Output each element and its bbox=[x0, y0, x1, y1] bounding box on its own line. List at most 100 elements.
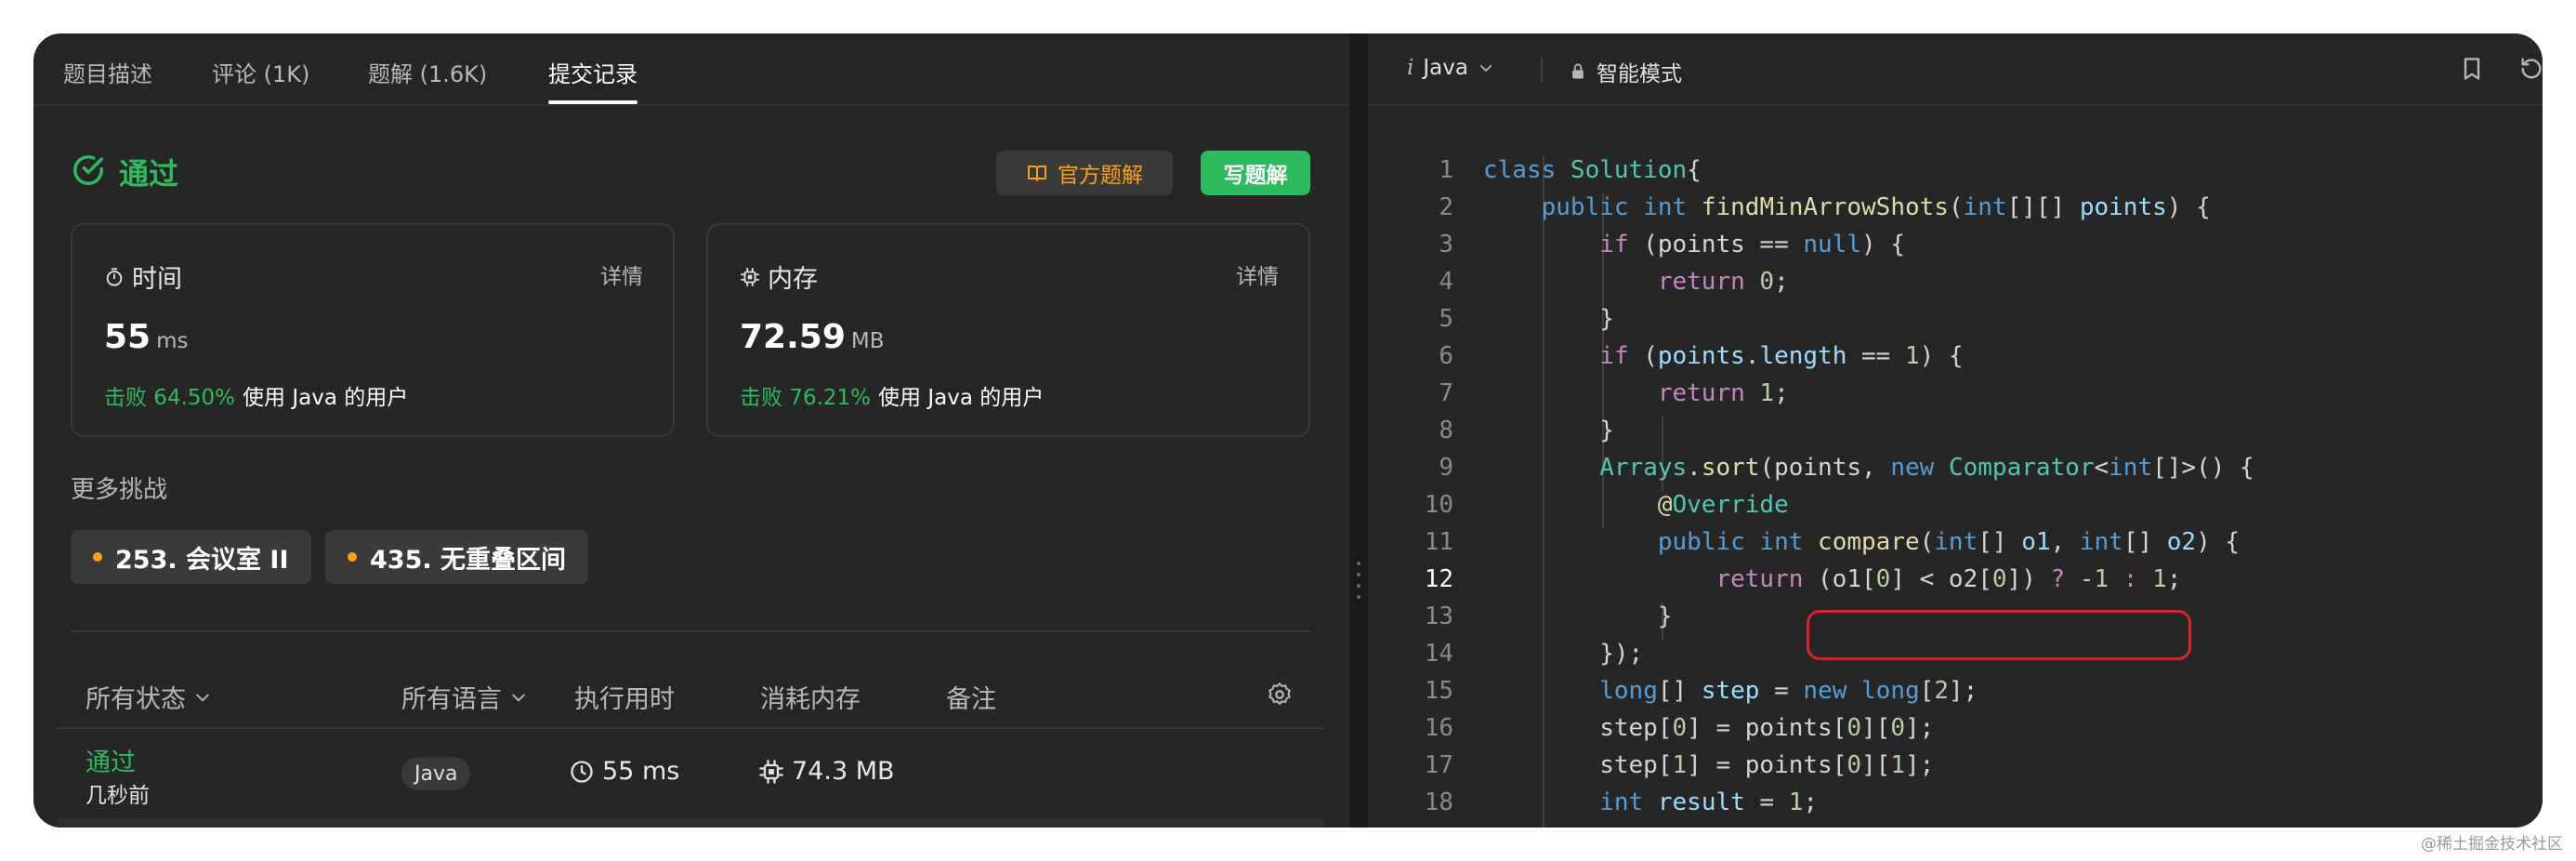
code-token: < bbox=[2094, 454, 2109, 482]
code-token: 2 bbox=[1934, 677, 1949, 705]
row-status-link[interactable]: 通过 bbox=[85, 742, 136, 778]
code-token: int bbox=[1599, 788, 1658, 816]
runtime-header: 执行用时 bbox=[574, 685, 675, 714]
code-token: Solution bbox=[1570, 156, 1688, 184]
code-token: 1 bbox=[1788, 788, 1804, 816]
code-token: ) { bbox=[1861, 231, 1905, 258]
lock-icon bbox=[1572, 63, 1584, 79]
editor-toolbar: i Java 智能模式 bbox=[1368, 33, 2543, 106]
code-token: long bbox=[1599, 677, 1658, 705]
official-solution-button[interactable]: 官方题解 bbox=[996, 151, 1173, 195]
smart-mode-toggle[interactable]: 智能模式 bbox=[1569, 56, 1682, 87]
stopwatch-icon bbox=[106, 267, 123, 286]
clock-icon bbox=[571, 760, 593, 783]
code-token: ; i < bbox=[1803, 826, 1890, 828]
panel-splitter[interactable] bbox=[1349, 33, 1368, 828]
tab-description[interactable]: 题目描述 bbox=[63, 56, 152, 88]
reset-icon[interactable] bbox=[2518, 56, 2543, 82]
code-line-12: return (o1[0] < o2[0]) ? -1 : 1; bbox=[1483, 565, 2181, 593]
gear-icon[interactable] bbox=[1266, 681, 1294, 709]
drag-handle-icon[interactable] bbox=[1355, 562, 1362, 599]
code-line-10: @Override bbox=[1483, 491, 1789, 519]
code-line-18: int result = 1; bbox=[1483, 788, 1818, 816]
code-line-15: long[] step = new long[2]; bbox=[1483, 677, 1978, 705]
code-token: ; bbox=[1774, 379, 1789, 407]
code-token: ]; bbox=[1904, 751, 1935, 779]
write-solution-button[interactable]: 写题解 bbox=[1201, 151, 1310, 195]
bookmark-icon[interactable] bbox=[2459, 56, 2485, 82]
code-token: Comparator bbox=[1948, 454, 2095, 482]
more-challenges-title: 更多挑战 bbox=[71, 476, 168, 504]
code-token: public bbox=[1541, 193, 1644, 221]
code-line-5: } bbox=[1483, 305, 1614, 333]
code-token: [][] bbox=[2006, 193, 2080, 221]
line-number: 9 bbox=[1439, 454, 1453, 482]
tab-solutions[interactable]: 题解 (1.6K) bbox=[368, 56, 487, 88]
memory-title: 内存 bbox=[768, 265, 818, 294]
code-token: ) { bbox=[1919, 342, 1964, 370]
runtime-detail-link[interactable]: 详情 bbox=[600, 258, 643, 290]
code-token: . bbox=[1687, 454, 1702, 482]
code-token: [] bbox=[1657, 677, 1702, 705]
row-runtime-value: 55 ms bbox=[602, 757, 680, 786]
language-select[interactable]: i Java bbox=[1407, 56, 1494, 80]
runtime-beat-percent: 击败 64.50% bbox=[104, 386, 236, 410]
code-token: ; bbox=[1803, 788, 1819, 816]
code-token: []>() { bbox=[2152, 454, 2254, 482]
code-token: } bbox=[1483, 603, 1673, 630]
code-token: ] = points[ bbox=[1687, 714, 1847, 742]
code-line-17: step[1] = points[0][1]; bbox=[1483, 751, 1934, 779]
language-filter[interactable]: 所有语言 bbox=[401, 679, 528, 715]
tab-submissions[interactable]: 提交记录 bbox=[548, 56, 637, 88]
code-token: public bbox=[1657, 528, 1760, 556]
code-token: sort bbox=[1701, 454, 1760, 482]
challenge-chip[interactable]: 253. 会议室 II bbox=[71, 530, 311, 584]
line-number: 14 bbox=[1424, 640, 1453, 668]
code-token: if bbox=[1599, 342, 1629, 370]
code-token: (points == bbox=[1628, 231, 1804, 258]
code-token: : bbox=[2123, 565, 2153, 593]
code-token: == bbox=[1847, 342, 1905, 370]
code-token: ] = points[ bbox=[1687, 751, 1847, 779]
code-token: return bbox=[1715, 565, 1819, 593]
code-line-9: Arrays.sort(points, new Comparator<int[]… bbox=[1483, 454, 2254, 482]
code-token: if bbox=[1599, 231, 1629, 258]
difficulty-dot bbox=[93, 552, 102, 562]
code-token: o1 bbox=[2021, 528, 2051, 556]
code-token: 0 bbox=[1672, 714, 1688, 742]
code-token: new bbox=[1803, 677, 1862, 705]
tab-comments[interactable]: 评论 (1K) bbox=[212, 56, 309, 88]
code-token: 0 bbox=[1890, 714, 1905, 742]
runtime-unit: ms bbox=[156, 329, 189, 353]
memory-detail-link[interactable]: 详情 bbox=[1236, 258, 1279, 290]
code-token: ; i++) { bbox=[2080, 826, 2196, 828]
runtime-title: 时间 bbox=[132, 265, 182, 294]
code-token: null bbox=[1803, 231, 1862, 258]
code-token: step[ bbox=[1483, 751, 1673, 779]
submission-panel: 题目描述 评论 (1K) 题解 (1.6K) 提交记录 通过 官方题解 写题解 bbox=[33, 33, 1349, 828]
code-token: [ bbox=[1919, 677, 1935, 705]
code-editor-panel: i Java 智能模式 1 2 3 4 5 6 7 8 9 10 11 12 1… bbox=[1368, 33, 2543, 828]
code-token: result bbox=[1657, 788, 1745, 816]
code-token: step bbox=[1701, 677, 1760, 705]
code-token: o2 bbox=[2166, 528, 2197, 556]
table-header-divider bbox=[58, 727, 1323, 729]
line-number: 3 bbox=[1439, 231, 1453, 258]
memory-beat-suffix: 使用 Java 的用户 bbox=[878, 386, 1045, 410]
code-token: } bbox=[1483, 417, 1614, 444]
code-token: . bbox=[1978, 826, 1992, 828]
challenge-chip[interactable]: 435. 无重叠区间 bbox=[325, 530, 589, 584]
challenge-label: 253. 会议室 II bbox=[115, 545, 289, 575]
row-submitted-time: 几秒前 bbox=[85, 784, 150, 808]
code-line-11: public int compare(int[] o1, int[] o2) { bbox=[1483, 528, 2240, 556]
status-filter[interactable]: 所有状态 bbox=[85, 679, 212, 715]
tab-bar: 题目描述 评论 (1K) 题解 (1.6K) 提交记录 bbox=[33, 33, 1349, 106]
code-token: ][ bbox=[1861, 751, 1891, 779]
line-number: 7 bbox=[1439, 379, 1453, 407]
code-line-13: } bbox=[1483, 603, 1673, 630]
watermark: @稀土掘金技术社区 bbox=[2421, 835, 2563, 854]
check-circle-icon bbox=[73, 155, 103, 185]
